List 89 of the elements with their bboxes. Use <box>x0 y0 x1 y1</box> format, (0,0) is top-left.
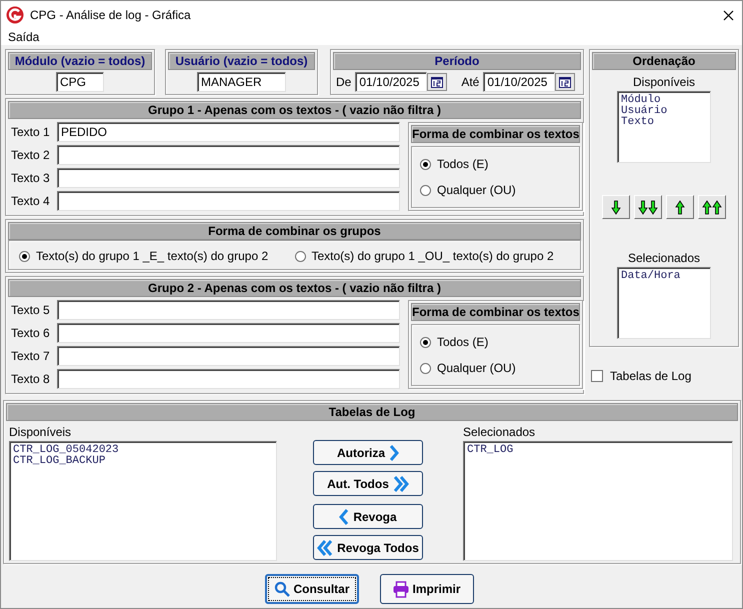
section-header: Forma de combinar os textos <box>411 303 580 321</box>
field-label: De <box>336 75 352 89</box>
chevron-icon <box>339 508 350 524</box>
date-field[interactable]: 01/10/2025 <box>483 72 556 92</box>
text-field[interactable] <box>57 369 400 389</box>
list-item[interactable]: CTR_LOG_BACKUP <box>13 456 273 467</box>
checkbox[interactable] <box>591 370 603 382</box>
radio-button[interactable] <box>19 250 30 262</box>
text-field[interactable] <box>57 168 400 188</box>
down-arrow-icon <box>611 200 621 214</box>
radio-label: Qualquer (OU) <box>437 361 516 375</box>
transfer-button[interactable]: Autoriza <box>313 440 423 465</box>
list-item[interactable]: Módulo <box>621 95 707 106</box>
radio-label: Todos (E) <box>437 335 488 349</box>
up-arrow-icon <box>702 200 722 214</box>
date-field[interactable]: 01/10/2025 <box>355 72 428 92</box>
section-header: Grupo 1 - Apenas com os textos - ( vazio não filtra ) <box>8 101 581 119</box>
up-arrow-icon <box>675 200 685 214</box>
list-item[interactable]: CTR_LOG <box>467 445 729 456</box>
calendar-button[interactable] <box>427 73 448 91</box>
calendar-button[interactable] <box>555 73 576 91</box>
list-label: Disponíveis <box>9 425 72 439</box>
text-field[interactable] <box>57 346 400 366</box>
app-logo-icon <box>6 6 24 24</box>
section-header: Período <box>333 52 581 70</box>
search-button[interactable]: Consultar <box>265 574 359 604</box>
calendar-icon <box>559 76 572 88</box>
printer-icon <box>393 580 410 598</box>
radio-button[interactable] <box>294 250 306 262</box>
close-icon[interactable] <box>723 10 734 20</box>
list-item[interactable]: Usuário <box>621 106 707 117</box>
down-arrow-icon <box>638 200 658 214</box>
radio-button[interactable] <box>420 158 431 170</box>
field-label: Texto 5 <box>11 303 51 317</box>
list-label: Disponíveis <box>632 75 696 89</box>
field-label: Texto 8 <box>11 372 51 386</box>
field-label: Até <box>461 75 480 89</box>
section-header: Ordenação <box>592 52 736 70</box>
field-label: Texto 1 <box>11 125 51 139</box>
text-field[interactable] <box>57 323 400 343</box>
window-title: CPG - Análise de log - Gráfica <box>30 8 192 22</box>
section-header: Usuário (vazio = todos) <box>168 52 315 70</box>
list-item[interactable]: Texto <box>621 117 707 128</box>
radio-button[interactable] <box>420 362 431 374</box>
radio-label: Texto(s) do grupo 1 _OU_ texto(s) do grupo 2 <box>312 249 554 263</box>
move-down-button[interactable] <box>602 195 630 219</box>
user-field[interactable]: MANAGER <box>197 72 286 92</box>
text-field[interactable]: PEDIDO <box>57 122 400 142</box>
radio-label: Qualquer (OU) <box>437 183 516 197</box>
section-header: Grupo 2 - Apenas com os textos - ( vazio não filtra ) <box>8 279 581 297</box>
transfer-button[interactable]: Revoga Todos <box>313 535 423 560</box>
text-field[interactable] <box>57 191 400 211</box>
transfer-button[interactable]: Revoga <box>313 504 423 529</box>
field-label: Texto 6 <box>11 326 51 340</box>
print-button[interactable]: Imprimir <box>380 574 474 604</box>
radio-button[interactable] <box>420 184 431 196</box>
search-icon <box>274 581 290 597</box>
radio-label: Todos (E) <box>437 157 488 171</box>
list-box[interactable]: CTR_LOG_05042023 CTR_LOG_BACKUP <box>9 441 277 561</box>
section-header: Tabelas de Log <box>6 403 738 421</box>
checkbox-label: Tabelas de Log <box>610 369 692 383</box>
list-item[interactable]: CTR_LOG_05042023 <box>13 445 273 456</box>
section-header: Módulo (vazio = todos) <box>8 52 152 70</box>
list-box[interactable]: CTR_LOG <box>463 441 733 561</box>
list-box[interactable]: Data/Hora <box>617 267 711 339</box>
list-box[interactable]: Módulo Usuário Texto <box>617 91 711 163</box>
field-label: Texto 3 <box>11 171 51 185</box>
move-top-button[interactable] <box>698 195 726 219</box>
transfer-button[interactable]: Aut. Todos <box>313 471 423 496</box>
field-label: Texto 4 <box>11 194 51 208</box>
text-field[interactable] <box>57 300 400 320</box>
list-label: Selecionados <box>628 251 700 265</box>
double-chevron-icon <box>392 476 409 492</box>
radio-label: Texto(s) do grupo 1 _E_ texto(s) do grupo 2 <box>36 249 268 263</box>
menu-item[interactable]: Saída <box>8 30 40 44</box>
list-label: Selecionados <box>463 425 536 439</box>
chevron-icon <box>389 444 399 460</box>
move-up-button[interactable] <box>666 195 694 219</box>
double-chevron-icon <box>317 540 334 556</box>
field-label: Texto 7 <box>11 349 51 363</box>
section-header: Forma de combinar os textos <box>411 125 580 143</box>
field-label: Texto 2 <box>11 148 51 162</box>
module-field[interactable]: CPG <box>56 72 104 92</box>
text-field[interactable] <box>57 145 400 165</box>
calendar-icon <box>431 76 444 88</box>
section-header: Forma de combinar os grupos <box>8 222 581 240</box>
list-item[interactable]: Data/Hora <box>621 271 707 282</box>
move-bottom-button[interactable] <box>634 195 662 219</box>
radio-button[interactable] <box>420 336 431 348</box>
